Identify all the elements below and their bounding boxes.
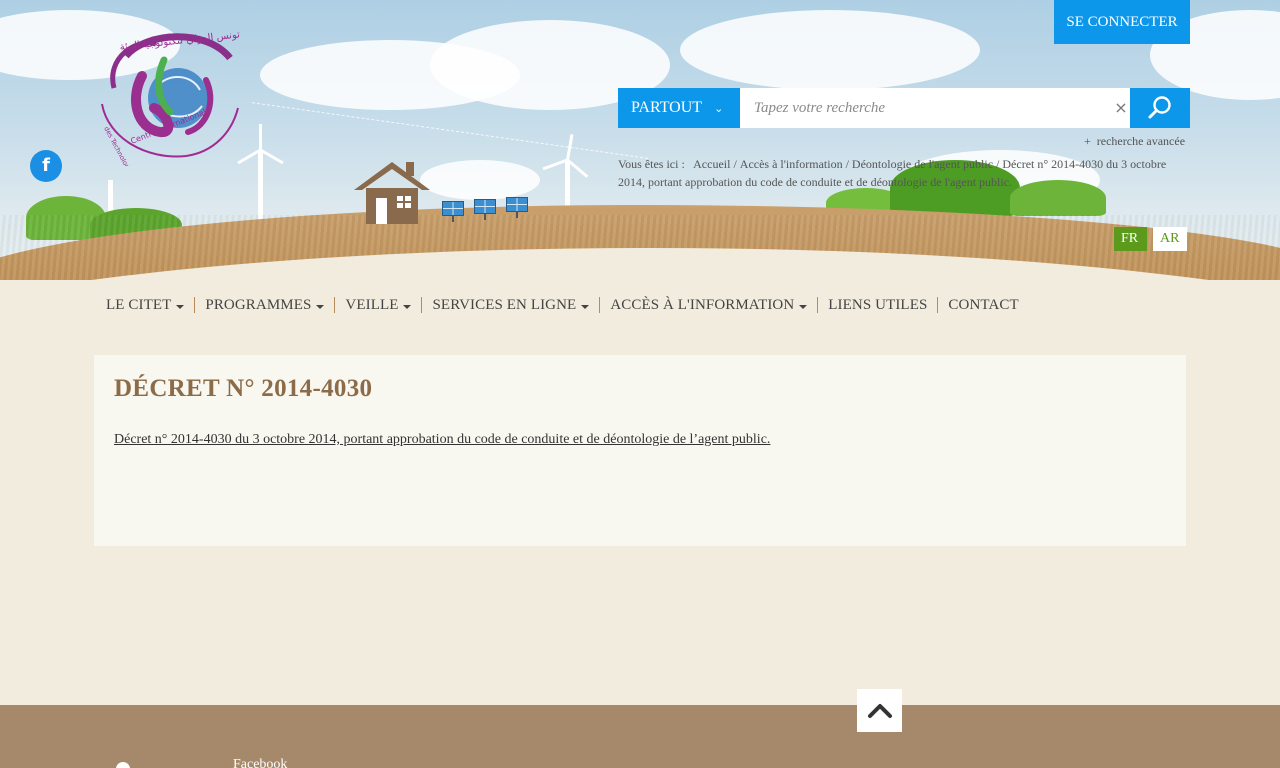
cloud-decoration [680,10,980,90]
cloud-decoration [420,160,540,200]
caret-down-icon [316,305,325,309]
caret-down-icon [799,305,808,309]
nav-item-veille[interactable]: VEILLE [334,297,421,313]
nav-item-services-en-ligne[interactable]: SERVICES EN LIGNE [421,297,599,313]
nav-item-programmes[interactable]: PROGRAMMES [194,297,334,313]
nav-label: LE CITET [106,296,172,313]
nav-item-le-citet[interactable]: LE CITET [96,297,194,313]
plus-icon: + [1084,134,1091,148]
nav-label: SERVICES EN LIGNE [432,296,577,313]
search-button[interactable] [1130,88,1190,128]
chevron-up-icon [867,703,892,718]
nav-item-liens-utiles[interactable]: LIENS UTILES [817,297,937,313]
nav-label: LIENS UTILES [828,296,928,313]
site-header: Centre International des Technologies de… [0,0,1280,280]
language-ar-button[interactable]: AR [1153,227,1187,251]
nav-label: VEILLE [345,296,399,313]
caret-down-icon [403,305,412,309]
site-footer: Facebook [0,705,1280,768]
caret-down-icon [581,305,590,309]
language-fr-button[interactable]: FR [1114,227,1147,251]
login-button[interactable]: SE CONNECTER [1054,0,1190,44]
house-icon [354,162,430,224]
search-scope-label: PARTOUT [631,99,703,116]
solar-panel-icon [506,197,528,218]
solar-panel-icon [442,201,464,222]
nav-label: ACCÈS À L'INFORMATION [610,296,795,313]
citet-logo[interactable]: Centre International des Technologies de… [96,28,242,166]
turbine-blade [259,148,284,165]
footer-facebook-icon[interactable] [116,762,130,768]
content-panel: DÉCRET N° 2014-4030 Décret n° 2014-4030 … [94,355,1186,546]
search-input[interactable] [740,88,1130,128]
chevron-down-icon: ⌄ [714,101,724,115]
page-title: DÉCRET N° 2014-4030 [114,375,373,402]
main-navigation: LE CITET PROGRAMMES VEILLE SERVICES EN L… [96,294,1029,316]
decree-document-link[interactable]: Décret n° 2014-4030 du 3 octobre 2014, p… [114,432,770,448]
breadcrumb: Vous êtes ici : Accueil / Accès à l'inform… [618,157,1167,189]
nav-item-contact[interactable]: CONTACT [937,297,1028,313]
breadcrumb-item-deontologie[interactable]: Déontologie de l'agent public [852,157,993,171]
search-bar: PARTOUT ⌄ × [618,88,1190,128]
scroll-to-top-button[interactable] [857,689,902,732]
nav-label: PROGRAMMES [205,296,312,313]
search-icon [1148,96,1171,119]
breadcrumb-item-home[interactable]: Accueil [693,157,730,171]
clear-search-icon[interactable]: × [1112,88,1130,128]
advanced-search-label: recherche avancée [1096,134,1186,148]
breadcrumb-prefix: Vous êtes ici : [618,157,685,171]
search-scope-dropdown[interactable]: PARTOUT ⌄ [618,88,740,128]
turbine-blade [259,124,262,150]
caret-down-icon [176,305,185,309]
solar-panel-icon [474,199,496,220]
advanced-search-link[interactable]: + recherche avancée [1084,134,1185,149]
footer-facebook-link[interactable]: Facebook [233,757,287,768]
dashed-line-decoration [251,102,649,159]
facebook-icon[interactable]: f [30,150,62,182]
nav-label: CONTACT [948,296,1019,313]
nav-item-acces-information[interactable]: ACCÈS À L'INFORMATION [599,297,817,313]
breadcrumb-item-access-info[interactable]: Accès à l'information [740,157,843,171]
